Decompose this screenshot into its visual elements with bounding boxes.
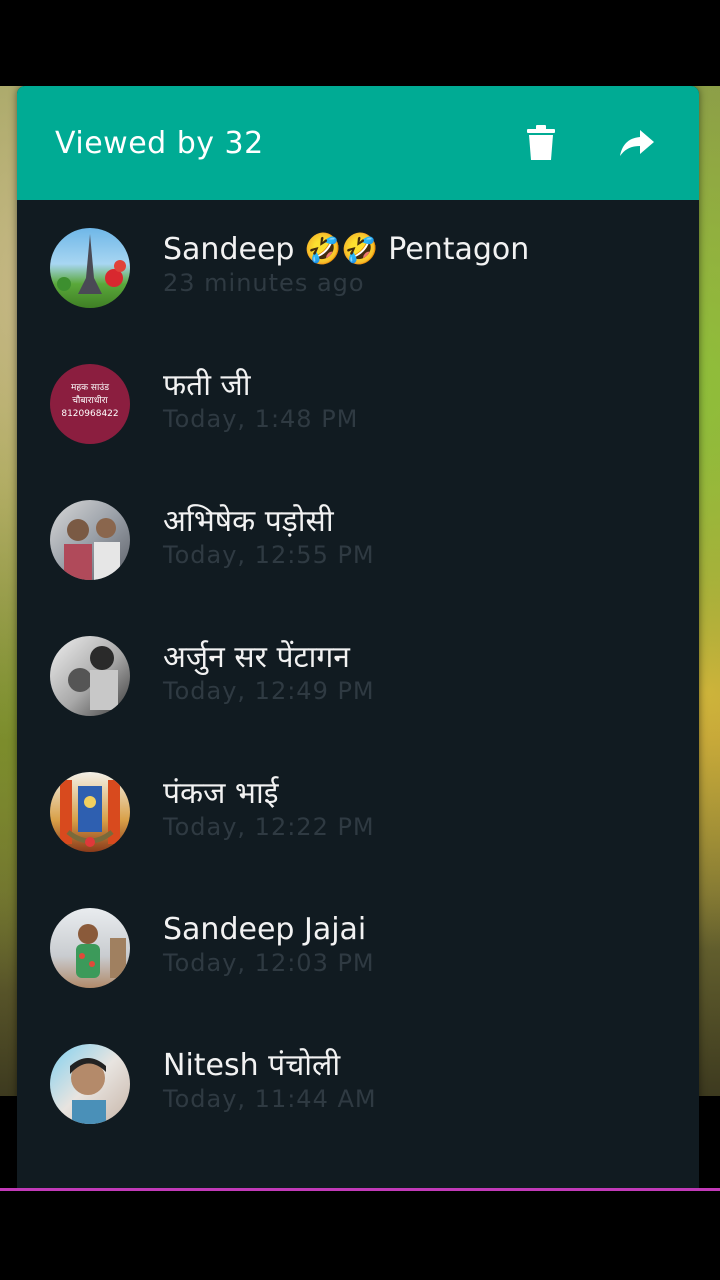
viewer-list: Sandeep 🤣🤣 Pentagon 23 minutes ago महक स… (17, 200, 699, 1172)
viewer-name: फती जी (163, 368, 251, 403)
viewer-name: Sandeep 🤣🤣 Pentagon (163, 232, 530, 267)
viewer-row[interactable]: महक साउंड चौबाराधीरा 8120968422 फती जी T… (17, 356, 699, 492)
share-forward-icon (620, 130, 654, 156)
viewer-row[interactable]: Nitesh पंचोली Today, 11:44 AM (17, 1036, 699, 1172)
delete-button[interactable] (517, 119, 565, 167)
viewer-row[interactable]: अर्जुन सर पेंटागन Today, 12:49 PM (17, 628, 699, 764)
child-photo-icon (76, 924, 126, 978)
avatar (50, 636, 130, 716)
viewers-header: Viewed by 32 (17, 86, 699, 200)
viewer-time: Today, 12:22 PM (163, 813, 375, 841)
temple-deity-icon (60, 780, 120, 847)
viewer-time: Today, 1:48 PM (163, 405, 359, 433)
viewed-by-title: Viewed by 32 (55, 125, 264, 161)
viewer-row[interactable]: Sandeep 🤣🤣 Pentagon 23 minutes ago (17, 220, 699, 356)
viewers-sheet: Viewed by 32 Sandeep 🤣🤣 Pentagon 23 minu… (17, 86, 699, 1190)
couple-photo-icon (68, 646, 118, 710)
viewer-time: Today, 11:44 AM (163, 1085, 377, 1113)
avatar (50, 228, 130, 308)
viewer-time: Today, 12:03 PM (163, 949, 375, 977)
viewer-time: Today, 12:55 PM (163, 541, 375, 569)
trash-icon (527, 125, 555, 160)
viewer-row[interactable]: अभिषेक पड़ोसी Today, 12:55 PM (17, 492, 699, 628)
avatar (50, 772, 130, 852)
forward-button[interactable] (613, 119, 661, 167)
accent-divider (0, 1188, 720, 1191)
viewer-time: 23 minutes ago (163, 269, 365, 297)
man-selfie-icon (70, 1058, 106, 1124)
avatar (50, 908, 130, 988)
viewer-name: Sandeep Jajai (163, 912, 367, 947)
group-photo-icon (64, 518, 120, 580)
avatar: महक साउंड चौबाराधीरा 8120968422 (50, 364, 130, 444)
viewer-name: पंकज भाई (163, 776, 279, 811)
viewer-name: अर्जुन सर पेंटागन (163, 640, 350, 675)
eiffel-tower-icon (57, 234, 126, 294)
viewer-name: Nitesh पंचोली (163, 1048, 341, 1083)
viewer-time: Today, 12:49 PM (163, 677, 375, 705)
viewer-row[interactable]: पंकज भाई Today, 12:22 PM (17, 764, 699, 900)
status-viewers-screen: Viewed by 32 Sandeep 🤣🤣 Pentagon 23 minu… (0, 0, 720, 1280)
avatar-logo-text: महक साउंड चौबाराधीरा 8120968422 (61, 383, 119, 419)
viewer-name: अभिषेक पड़ोसी (163, 504, 334, 539)
avatar (50, 1044, 130, 1124)
avatar (50, 500, 130, 580)
viewer-row[interactable]: Sandeep Jajai Today, 12:03 PM (17, 900, 699, 1036)
